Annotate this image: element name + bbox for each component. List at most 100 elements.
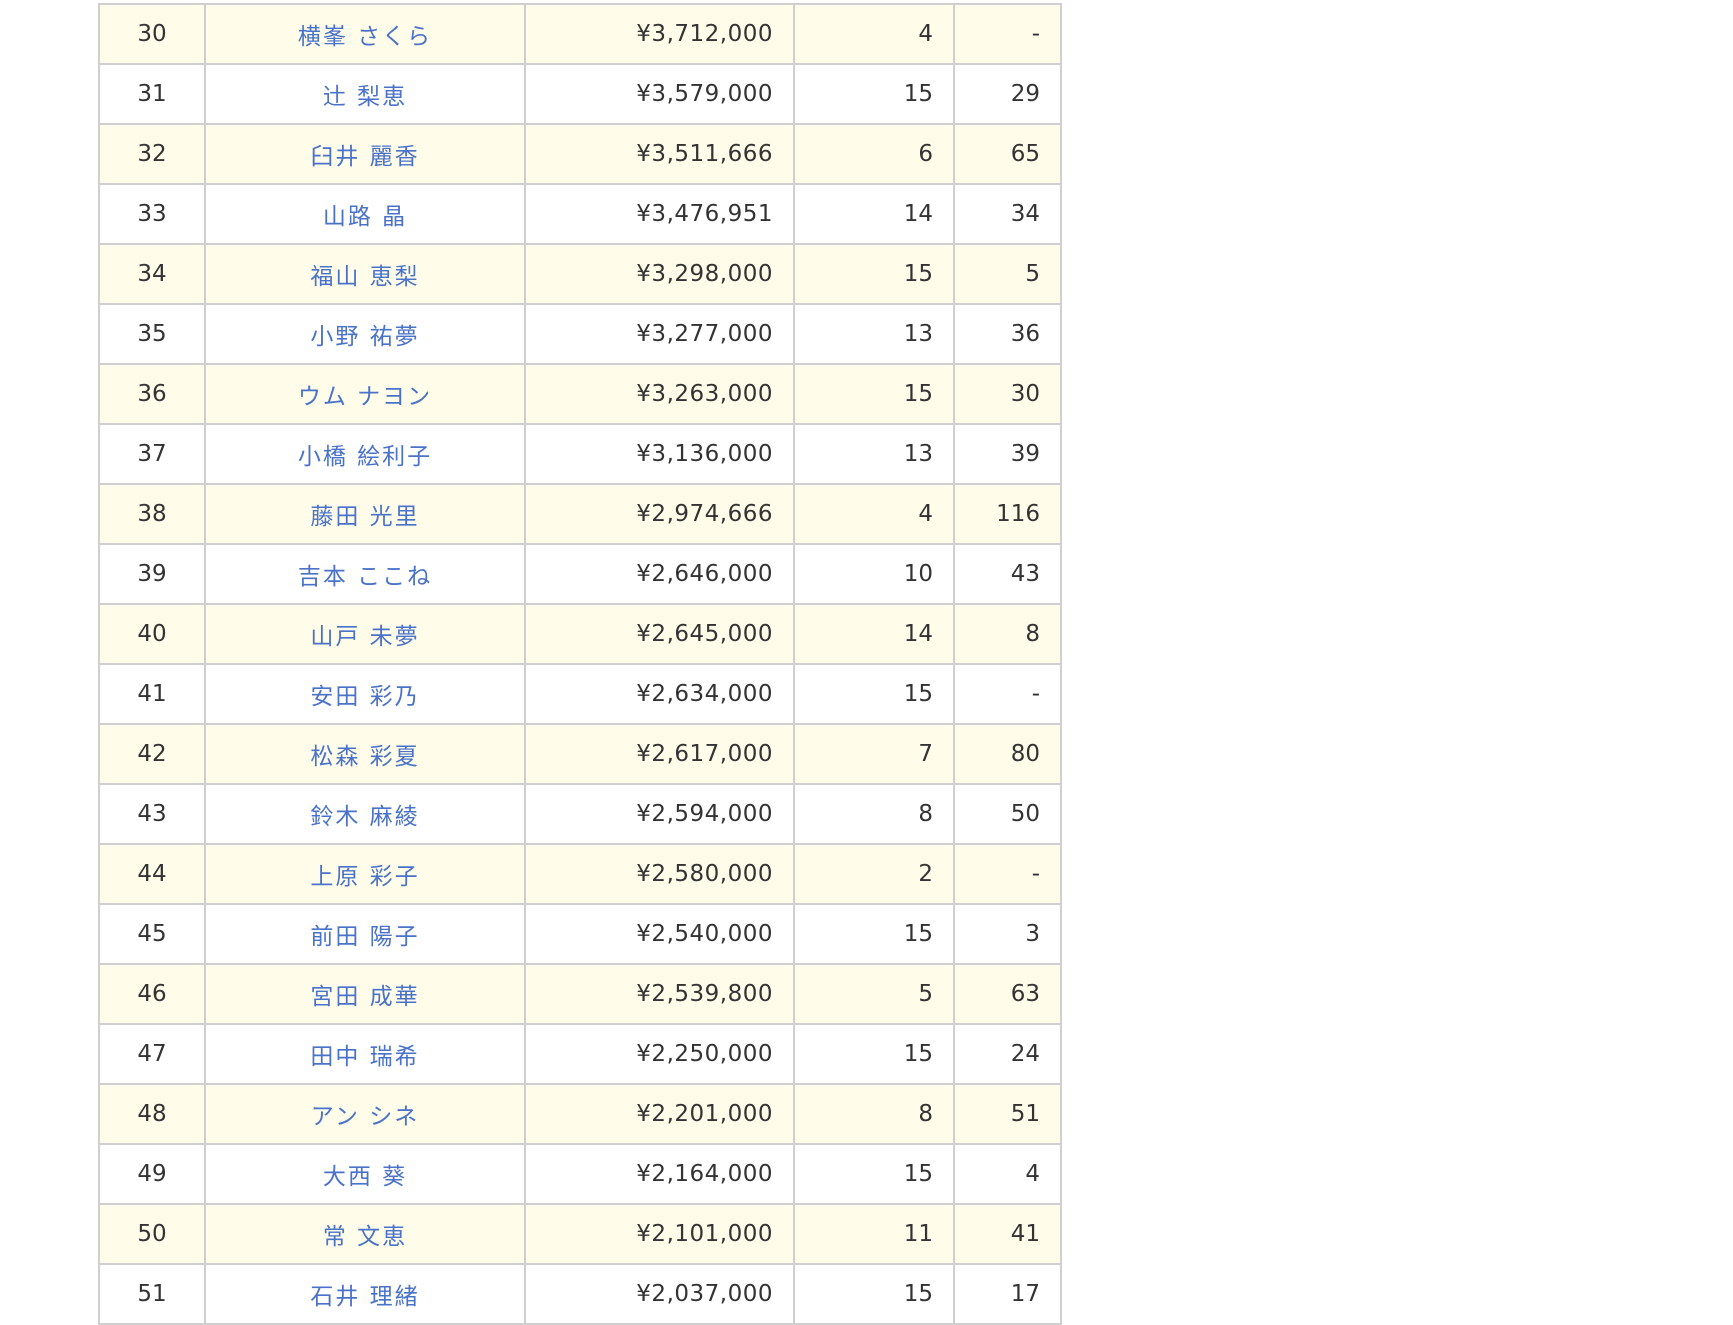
player-name-link[interactable]: 山路 晶 <box>323 204 407 230</box>
previous-rank-cell: 39 <box>953 423 1062 485</box>
previous-rank-cell: 80 <box>953 723 1062 785</box>
rank-cell: 43 <box>98 783 206 845</box>
rank-cell: 44 <box>98 843 206 905</box>
events-played-cell: 14 <box>793 603 955 665</box>
rank-cell: 46 <box>98 963 206 1025</box>
player-name-cell: 辻 梨恵 <box>204 63 526 125</box>
prize-money-cell: ¥2,580,000 <box>524 843 795 905</box>
prize-money-cell: ¥2,974,666 <box>524 483 795 545</box>
events-played-cell: 2 <box>793 843 955 905</box>
player-name-cell: 小野 祐夢 <box>204 303 526 365</box>
rank-cell: 31 <box>98 63 206 125</box>
table-row: 35 小野 祐夢 ¥3,277,000 13 36 <box>98 303 1062 365</box>
player-name-link[interactable]: 辻 梨恵 <box>323 84 407 110</box>
previous-rank-cell: 65 <box>953 123 1062 185</box>
previous-rank-cell: 3 <box>953 903 1062 965</box>
prize-money-cell: ¥2,037,000 <box>524 1263 795 1325</box>
player-name-link[interactable]: 横峯 さくら <box>298 24 432 50</box>
player-name-cell: 大西 葵 <box>204 1143 526 1205</box>
rank-cell: 41 <box>98 663 206 725</box>
player-name-link[interactable]: 松森 彩夏 <box>310 744 419 770</box>
player-name-cell: 吉本 ここね <box>204 543 526 605</box>
table-row: 34 福山 恵梨 ¥3,298,000 15 5 <box>98 243 1062 305</box>
previous-rank-cell: 17 <box>953 1263 1062 1325</box>
player-name-link[interactable]: 小野 祐夢 <box>310 324 419 350</box>
events-played-cell: 15 <box>793 1263 955 1325</box>
player-name-link[interactable]: 前田 陽子 <box>310 924 419 950</box>
table-row: 46 宮田 成華 ¥2,539,800 5 63 <box>98 963 1062 1025</box>
player-name-link[interactable]: アン シネ <box>311 1104 419 1130</box>
prize-money-cell: ¥3,476,951 <box>524 183 795 245</box>
player-name-link[interactable]: 福山 恵梨 <box>310 264 419 290</box>
previous-rank-cell: - <box>953 663 1062 725</box>
previous-rank-cell: 4 <box>953 1143 1062 1205</box>
events-played-cell: 8 <box>793 783 955 845</box>
previous-rank-cell: 29 <box>953 63 1062 125</box>
player-name-cell: 鈴木 麻綾 <box>204 783 526 845</box>
player-name-link[interactable]: 吉本 ここね <box>298 564 432 590</box>
player-name-cell: 松森 彩夏 <box>204 723 526 785</box>
rank-cell: 33 <box>98 183 206 245</box>
table-row: 37 小橋 絵利子 ¥3,136,000 13 39 <box>98 423 1062 485</box>
previous-rank-cell: 5 <box>953 243 1062 305</box>
player-name-link[interactable]: 宮田 成華 <box>310 984 419 1010</box>
rank-cell: 38 <box>98 483 206 545</box>
events-played-cell: 8 <box>793 1083 955 1145</box>
player-name-cell: 上原 彩子 <box>204 843 526 905</box>
rank-cell: 39 <box>98 543 206 605</box>
rank-cell: 48 <box>98 1083 206 1145</box>
rank-cell: 45 <box>98 903 206 965</box>
previous-rank-cell: 116 <box>953 483 1062 545</box>
table-row: 36 ウム ナヨン ¥3,263,000 15 30 <box>98 363 1062 425</box>
events-played-cell: 15 <box>793 663 955 725</box>
previous-rank-cell: 41 <box>953 1203 1062 1265</box>
previous-rank-cell: - <box>953 3 1062 65</box>
player-name-link[interactable]: 臼井 麗香 <box>310 144 419 170</box>
player-name-cell: 山戸 未夢 <box>204 603 526 665</box>
prize-money-cell: ¥2,539,800 <box>524 963 795 1025</box>
table-row: 38 藤田 光里 ¥2,974,666 4 116 <box>98 483 1062 545</box>
player-name-link[interactable]: 鈴木 麻綾 <box>310 804 419 830</box>
rank-cell: 36 <box>98 363 206 425</box>
ranking-table-body: 30 横峯 さくら ¥3,712,000 4 - 31 辻 梨恵 ¥3,579,… <box>98 3 1062 1325</box>
prize-money-cell: ¥2,617,000 <box>524 723 795 785</box>
player-name-link[interactable]: 安田 彩乃 <box>310 684 419 710</box>
previous-rank-cell: 50 <box>953 783 1062 845</box>
prize-money-cell: ¥2,164,000 <box>524 1143 795 1205</box>
events-played-cell: 6 <box>793 123 955 185</box>
player-name-link[interactable]: ウム ナヨン <box>298 384 432 410</box>
previous-rank-cell: 43 <box>953 543 1062 605</box>
player-name-cell: 臼井 麗香 <box>204 123 526 185</box>
prize-money-cell: ¥2,645,000 <box>524 603 795 665</box>
player-name-link[interactable]: 小橋 絵利子 <box>298 444 432 470</box>
prize-money-cell: ¥2,646,000 <box>524 543 795 605</box>
player-name-link[interactable]: 大西 葵 <box>323 1164 407 1190</box>
table-row: 48 アン シネ ¥2,201,000 8 51 <box>98 1083 1062 1145</box>
previous-rank-cell: - <box>953 843 1062 905</box>
player-name-link[interactable]: 上原 彩子 <box>310 864 419 890</box>
events-played-cell: 5 <box>793 963 955 1025</box>
prize-money-cell: ¥3,136,000 <box>524 423 795 485</box>
previous-rank-cell: 30 <box>953 363 1062 425</box>
rank-cell: 50 <box>98 1203 206 1265</box>
player-name-link[interactable]: 山戸 未夢 <box>310 624 419 650</box>
player-name-link[interactable]: 藤田 光里 <box>310 504 419 530</box>
player-name-cell: 常 文恵 <box>204 1203 526 1265</box>
player-name-cell: 石井 理緒 <box>204 1263 526 1325</box>
previous-rank-cell: 36 <box>953 303 1062 365</box>
rank-cell: 35 <box>98 303 206 365</box>
player-name-link[interactable]: 田中 瑞希 <box>310 1044 419 1070</box>
player-name-cell: アン シネ <box>204 1083 526 1145</box>
player-name-link[interactable]: 常 文恵 <box>323 1224 407 1250</box>
player-name-link[interactable]: 石井 理緒 <box>310 1284 419 1310</box>
player-name-cell: 山路 晶 <box>204 183 526 245</box>
prize-money-cell: ¥2,250,000 <box>524 1023 795 1085</box>
ranking-table: 30 横峯 さくら ¥3,712,000 4 - 31 辻 梨恵 ¥3,579,… <box>98 3 1062 1325</box>
player-name-cell: 宮田 成華 <box>204 963 526 1025</box>
rank-cell: 40 <box>98 603 206 665</box>
events-played-cell: 7 <box>793 723 955 785</box>
table-row: 49 大西 葵 ¥2,164,000 15 4 <box>98 1143 1062 1205</box>
rank-cell: 32 <box>98 123 206 185</box>
rank-cell: 51 <box>98 1263 206 1325</box>
prize-money-cell: ¥2,594,000 <box>524 783 795 845</box>
